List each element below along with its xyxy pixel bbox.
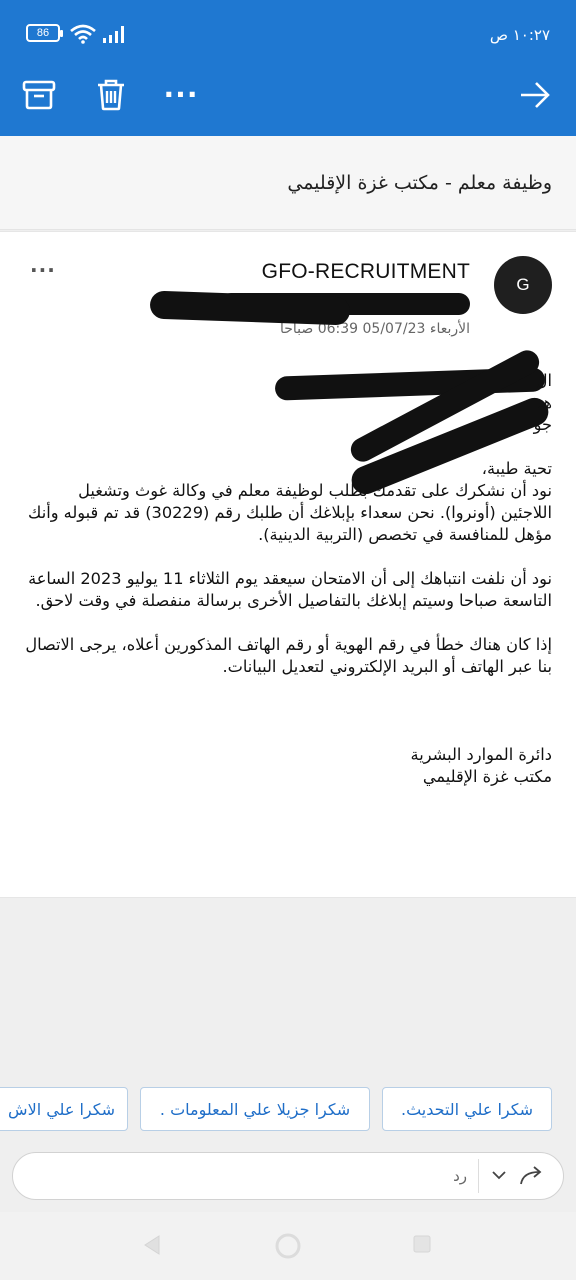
back-icon[interactable] [142,1234,162,1256]
battery-indicator: 86 [26,24,63,42]
message-more-icon[interactable]: ··· [30,258,56,282]
wifi-icon [70,24,96,44]
forward-arrow-icon[interactable] [518,78,552,112]
reply-arrow-icon[interactable] [519,1164,547,1188]
reply-input[interactable]: رد [33,1153,467,1199]
divider [478,1159,479,1193]
quick-reply-chip[interactable]: شكرا علي الاش [0,1087,128,1131]
recents-icon[interactable] [412,1234,432,1254]
app-bar: 86 ١٠:٢٧ ص ··· [0,0,576,136]
chevron-down-icon[interactable] [491,1167,507,1183]
email-subject: وظيفة معلم - مكتب غزة الإقليمي [287,172,552,194]
delete-icon[interactable] [94,78,128,112]
message-card: G GFO-RECRUITMENT الأربعاء 05/07/23 06:3… [0,231,576,898]
paragraph-correction: إذا كان هناك خطأ في رقم الهوية أو رقم ال… [25,635,552,676]
avatar[interactable]: G [494,256,552,314]
body-line-redacted: ال [535,371,552,390]
clock: ١٠:٢٧ ص [489,26,550,44]
body-line-redacted: هـ [538,393,552,412]
status-bar: 86 ١٠:٢٧ ص [26,22,550,48]
body-line-redacted: جو [533,415,552,434]
reply-bar[interactable]: رد [12,1152,564,1200]
redaction-scribble [149,290,351,326]
paragraph-exam: نود أن نلفت انتباهك إلى أن الامتحان سيعق… [28,569,552,610]
quick-replies: شكرا علي التحديث. شكرا جزيلا علي المعلوم… [0,1087,576,1137]
paragraph-application: نود أن نشكرك على تقدمك بطلب لوظيفة معلم … [28,481,552,544]
sender-name[interactable]: GFO-RECRUITMENT [262,260,470,284]
quick-reply-chip[interactable]: شكرا جزيلا علي المعلومات . [140,1087,370,1131]
quick-reply-chip[interactable]: شكرا علي التحديث. [382,1087,552,1131]
signal-icon [103,26,124,43]
home-icon[interactable] [274,1232,302,1260]
archive-icon[interactable] [22,78,56,112]
system-nav-bar [0,1212,576,1280]
signature-department: دائرة الموارد البشرية [410,745,552,764]
subject-bar: وظيفة معلم - مكتب غزة الإقليمي [0,136,576,230]
more-icon[interactable]: ··· [164,78,198,112]
greeting: تحية طيبة، [481,459,552,478]
signature-office: مكتب غزة الإقليمي [422,767,552,786]
message-body: ال هـ جو تحية طيبة، نود أن نشكرك على تقد… [22,370,552,788]
